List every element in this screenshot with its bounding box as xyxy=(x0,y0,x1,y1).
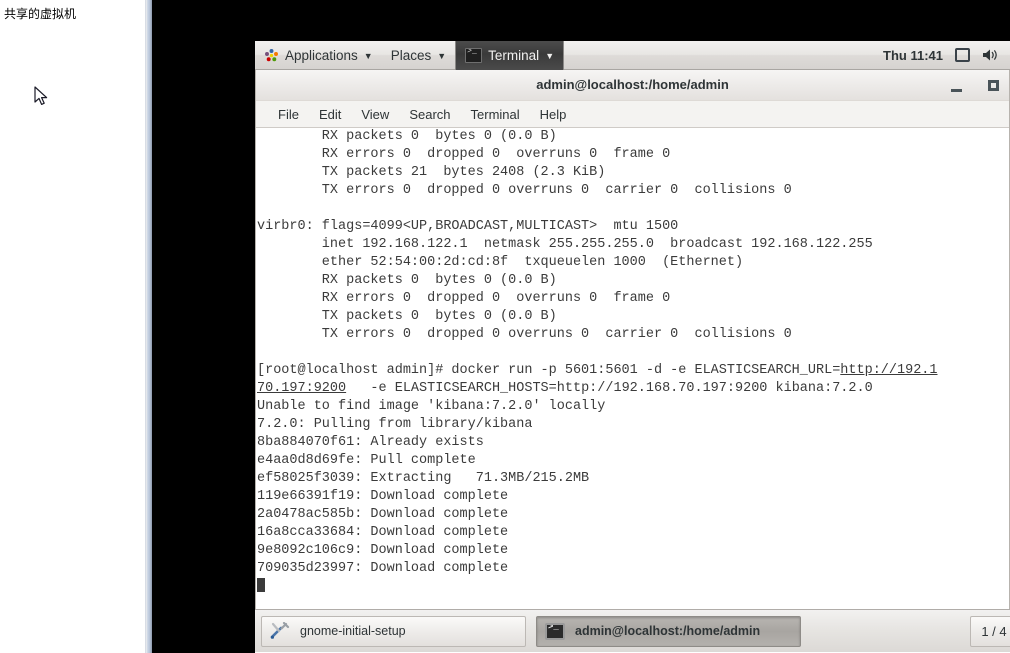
terminal-line: virbr0: flags=4099<UP,BROADCAST,MULTICAS… xyxy=(257,219,679,234)
applications-label: Applications xyxy=(285,47,358,63)
terminal-line: 8ba884070f61: Already exists xyxy=(257,435,484,450)
menu-edit[interactable]: Edit xyxy=(309,105,351,124)
menu-terminal[interactable]: Terminal xyxy=(461,105,530,124)
terminal-menubar: File Edit View Search Terminal Help xyxy=(256,101,1009,128)
terminal-line: 70.197:9200 -e ELASTICSEARCH_HOSTS=http:… xyxy=(257,381,873,396)
taskbar-item-terminal[interactable]: admin@localhost:/home/admin xyxy=(536,615,801,647)
terminal-titlebar[interactable]: admin@localhost:/home/admin xyxy=(256,70,1009,101)
panel-status-area: Thu 11:41 xyxy=(883,48,1010,63)
arrow-pointer-icon xyxy=(34,86,48,105)
terminal-line: ef58025f3039: Extracting 71.3MB/215.2MB xyxy=(257,471,590,486)
menu-help[interactable]: Help xyxy=(530,105,577,124)
terminal-url-link[interactable]: 70.197:9200 xyxy=(257,381,346,396)
menu-file[interactable]: File xyxy=(268,105,309,124)
chevron-down-icon: ▼ xyxy=(363,50,373,61)
terminal-line: RX packets 0 bytes 0 (0.0 B) xyxy=(257,273,557,288)
terminal-output-area[interactable]: RX packets 0 bytes 0 (0.0 B) RX errors 0… xyxy=(256,128,1009,608)
vm-guest-screen: Applications ▼ Places ▼ Terminal ▼ Thu 1… xyxy=(255,41,1010,653)
taskbar-label: admin@localhost:/home/admin xyxy=(575,624,761,638)
chevron-down-icon: ▼ xyxy=(545,50,555,61)
terminal-line: inet 192.168.122.1 netmask 255.255.255.0… xyxy=(257,237,873,252)
terminal-menu-label: Terminal xyxy=(488,47,540,63)
minimize-button[interactable] xyxy=(951,89,962,92)
panel-divider[interactable] xyxy=(145,0,152,653)
terminal-line: 119e66391f19: Download complete xyxy=(257,489,509,504)
clock[interactable]: Thu 11:41 xyxy=(883,48,943,63)
terminal-line: 2a0478ac585b: Download complete xyxy=(257,507,509,522)
terminal-line: ether 52:54:00:2d:cd:8f txqueuelen 1000 … xyxy=(257,255,744,270)
gnome-logo-icon xyxy=(265,48,278,61)
menu-search[interactable]: Search xyxy=(399,105,460,124)
window-list-taskbar: gnome-initial-setup admin@localhost:/hom… xyxy=(255,609,1010,652)
menu-view[interactable]: View xyxy=(351,105,399,124)
terminal-window: admin@localhost:/home/admin File Edit Vi… xyxy=(255,70,1010,609)
terminal-line: Unable to find image 'kibana:7.2.0' loca… xyxy=(257,399,606,414)
places-label: Places xyxy=(390,47,432,63)
terminal-cursor-line xyxy=(257,578,1009,596)
terminal-line: TX packets 0 bytes 0 (0.0 B) xyxy=(257,309,557,324)
terminal-line: RX packets 0 bytes 0 (0.0 B) xyxy=(257,129,557,144)
terminal-line: [root@localhost admin]# docker run -p 56… xyxy=(257,363,938,378)
terminal-line: TX errors 0 dropped 0 overruns 0 carrier… xyxy=(257,327,792,342)
terminal-line: 16a8cca33684: Download complete xyxy=(257,525,509,540)
maximize-button[interactable] xyxy=(988,80,999,91)
taskbar-label: gnome-initial-setup xyxy=(300,624,406,638)
window-title: admin@localhost:/home/admin xyxy=(536,77,729,92)
volume-icon[interactable] xyxy=(982,48,1000,62)
window-controls xyxy=(951,70,999,101)
terminal-line: TX errors 0 dropped 0 overruns 0 carrier… xyxy=(257,183,792,198)
display-icon[interactable] xyxy=(955,48,970,62)
terminal-line: 709035d23997: Download complete xyxy=(257,561,509,576)
applications-menu[interactable]: Applications ▼ xyxy=(255,41,382,70)
terminal-icon xyxy=(465,47,483,63)
taskbar-item-gnome-initial-setup[interactable]: gnome-initial-setup xyxy=(261,615,526,647)
terminal-line: RX errors 0 dropped 0 overruns 0 frame 0 xyxy=(257,147,671,162)
workspace-indicator: 1 / 4 xyxy=(981,624,1007,639)
tools-icon xyxy=(270,622,290,639)
terminal-line: 9e8092c106c9: Download complete xyxy=(257,543,509,558)
screen-root: 共享的虚拟机 Applications ▼ Places ▼ >_ Termin… xyxy=(0,0,1010,653)
terminal-menu[interactable]: Terminal ▼ xyxy=(455,41,565,70)
places-menu[interactable]: Places ▼ xyxy=(382,41,455,70)
workspace-switcher[interactable]: 1 / 4 xyxy=(970,616,1010,647)
terminal-line: e4aa0d8d69fe: Pull complete xyxy=(257,453,476,468)
terminal-icon xyxy=(545,622,565,640)
block-cursor xyxy=(257,578,265,592)
gnome-top-panel: Applications ▼ Places ▼ Terminal ▼ Thu 1… xyxy=(255,41,1010,70)
terminal-line: RX errors 0 dropped 0 overruns 0 frame 0 xyxy=(257,291,671,306)
chevron-down-icon: ▼ xyxy=(437,50,447,61)
host-left-panel: 共享的虚拟机 xyxy=(0,0,145,653)
terminal-line: 7.2.0: Pulling from library/kibana xyxy=(257,417,533,432)
terminal-url-link[interactable]: http://192.1 xyxy=(840,363,937,378)
terminal-line: TX packets 21 bytes 2408 (2.3 KiB) xyxy=(257,165,606,180)
shared-vms-label: 共享的虚拟机 xyxy=(4,7,77,21)
